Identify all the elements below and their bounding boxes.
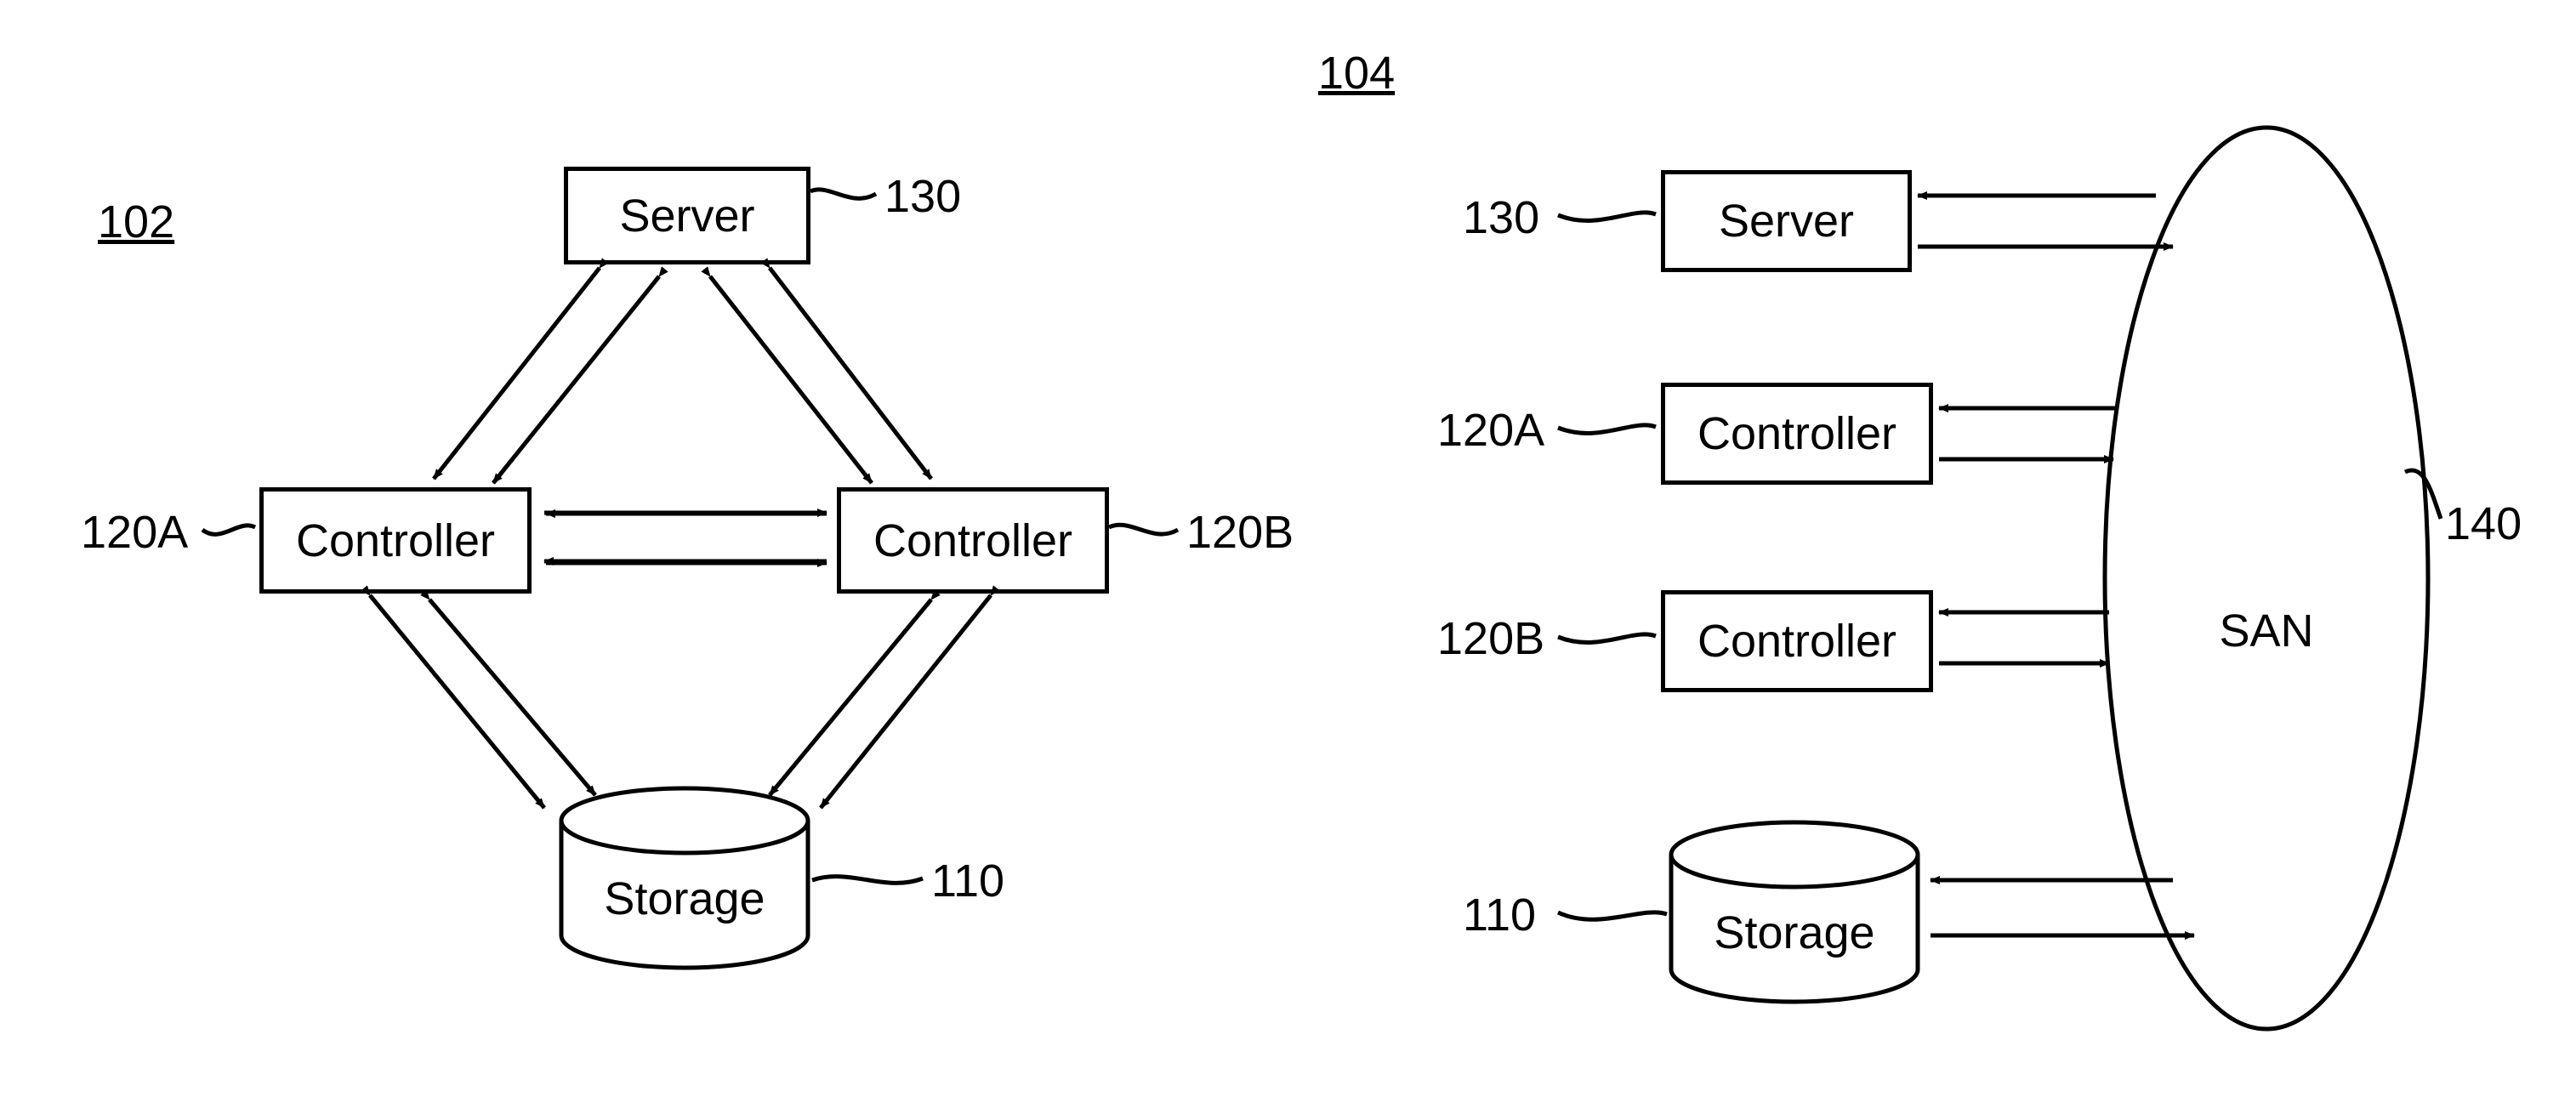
leader-right-storage <box>1558 912 1667 919</box>
arrow-server-ctrlB-2 <box>710 276 872 483</box>
left-controllerA-box: Controller <box>259 487 532 594</box>
arrow-server-ctrlA-2 <box>493 276 659 483</box>
arrow-server-ctrlA-1 <box>434 268 600 479</box>
arrow-ctrlB-storage-2 <box>821 595 991 808</box>
ref-104: 104 <box>1318 47 1395 99</box>
right-controllerA-ref: 120A <box>1437 404 1544 457</box>
leader-left-ctrlA <box>202 526 255 534</box>
left-controllerB-box: Controller <box>837 487 1109 594</box>
arrow-ctrlB-storage-1 <box>770 600 931 795</box>
right-server-label: Server <box>1719 195 1854 247</box>
right-controllerB-ref: 120B <box>1437 612 1544 665</box>
right-controllerA-box: Controller <box>1661 383 1933 485</box>
left-controllerB-ref: 120B <box>1186 506 1294 559</box>
right-controllerB-label: Controller <box>1697 615 1896 668</box>
left-server-ref: 130 <box>884 170 961 223</box>
left-controllerA-label: Controller <box>296 514 495 567</box>
left-storage-cylinder: Storage <box>561 788 808 968</box>
left-storage-text: Storage <box>604 873 765 924</box>
arrow-ctrlA-storage-2 <box>370 595 544 808</box>
right-server-ref: 130 <box>1463 191 1539 244</box>
right-san-ref: 140 <box>2445 497 2522 550</box>
right-controllerA-label: Controller <box>1697 407 1896 460</box>
ref-102: 102 <box>98 196 174 248</box>
leader-right-ctrlB <box>1558 634 1656 643</box>
leader-left-storage <box>812 877 923 884</box>
san-text: SAN <box>2219 605 2313 656</box>
right-controllerB-box: Controller <box>1661 590 1933 692</box>
diagram-canvas: 102 104 Server 130 Controller 120A Contr… <box>0 0 2576 1097</box>
left-storage-ref: 110 <box>931 855 1004 907</box>
right-server-box: Server <box>1661 170 1912 272</box>
left-server-box: Server <box>564 167 810 264</box>
arrow-ctrlA-storage-1 <box>429 600 595 795</box>
leader-left-ctrlB <box>1109 525 1178 534</box>
left-controllerB-label: Controller <box>873 514 1072 567</box>
left-server-label: Server <box>619 190 754 242</box>
arrow-server-ctrlB-1 <box>770 268 931 479</box>
right-storage-cylinder: Storage <box>1671 822 1918 1002</box>
san-ellipse: SAN <box>2105 128 2428 1029</box>
leader-left-server <box>810 190 876 198</box>
leader-right-server <box>1558 213 1656 221</box>
leader-right-san <box>2405 470 2441 519</box>
left-controllerA-ref: 120A <box>81 506 188 559</box>
right-storage-ref: 110 <box>1463 889 1536 941</box>
leader-right-ctrlA <box>1558 425 1656 434</box>
right-storage-text: Storage <box>1714 907 1874 958</box>
